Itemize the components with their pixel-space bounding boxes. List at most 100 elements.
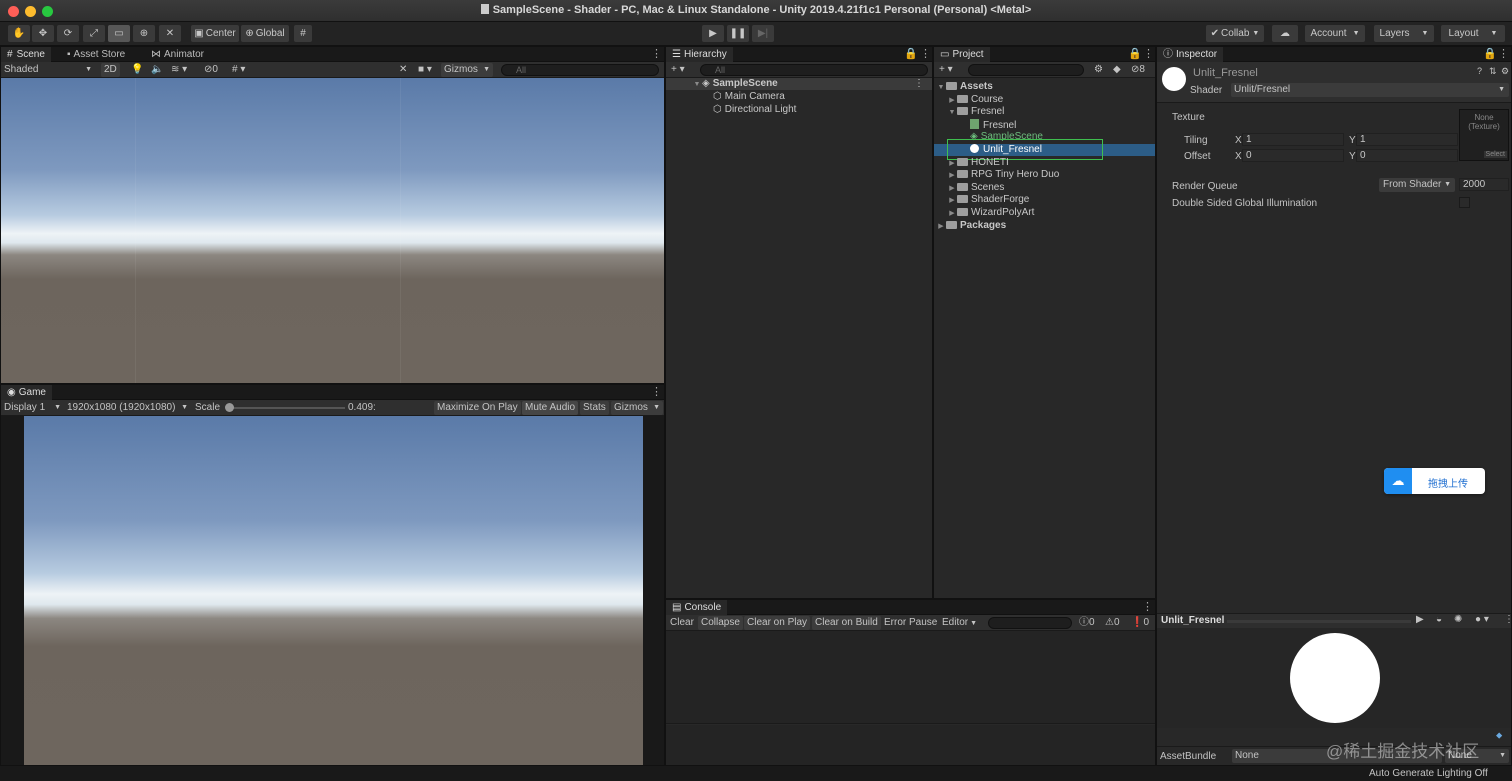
preset-icon[interactable]: ⇅ xyxy=(1489,66,1497,77)
gizmos-dropdown[interactable]: Gizmos ▼ xyxy=(441,63,493,77)
layers-dropdown[interactable]: Layers ▼ xyxy=(1374,25,1434,42)
preview-light-icon[interactable]: ✺ xyxy=(1454,614,1462,625)
hand-tool-icon[interactable]: ✋ xyxy=(8,25,30,42)
collapse-arrow-icon[interactable]: ▶ xyxy=(947,170,957,182)
expand-arrow-icon[interactable]: ▼ xyxy=(692,79,702,91)
shader-dropdown[interactable]: Unlit/Fresnel ▼ xyxy=(1231,83,1509,97)
rotate-tool-icon[interactable]: ⟳ xyxy=(57,25,79,42)
panel-menu-icon[interactable]: ⋮ xyxy=(920,47,931,60)
settings-gear-icon[interactable]: ⚙ xyxy=(1501,66,1509,77)
offset-x-field[interactable]: 0 xyxy=(1242,149,1344,162)
label-icon[interactable]: ⬥ xyxy=(1496,730,1502,741)
preview-shape-icon[interactable]: ◒ xyxy=(1436,614,1442,625)
hierarchy-item-main-camera[interactable]: ⬡ Main Camera xyxy=(666,91,785,103)
error-count-toggle[interactable]: ❗0 xyxy=(1128,616,1152,630)
layout-dropdown[interactable]: Layout ▼ xyxy=(1441,25,1505,42)
stats-toggle[interactable]: Stats xyxy=(580,401,609,415)
editor-dropdown[interactable]: Editor ▼ xyxy=(939,616,980,630)
game-viewport[interactable] xyxy=(24,416,643,765)
console-collapse-toggle[interactable]: Collapse xyxy=(698,616,743,630)
effects-toggle-icon[interactable]: ≋ ▾ xyxy=(168,63,190,77)
lock-icon[interactable]: 🔒 xyxy=(904,47,918,60)
console-detail-area[interactable] xyxy=(666,725,1155,765)
clear-on-play-toggle[interactable]: Clear on Play xyxy=(744,616,811,630)
rect-tool-icon[interactable]: ▭ xyxy=(108,25,130,42)
hidden-packages-toggle[interactable]: ⊘8 xyxy=(1128,63,1148,77)
scene-row[interactable]: ▼ ◈ SampleScene ⋮ xyxy=(666,78,932,90)
hierarchy-item-directional-light[interactable]: ⬡ Directional Light xyxy=(666,104,796,116)
offset-y-field[interactable]: 0 xyxy=(1356,149,1458,162)
mute-audio-toggle[interactable]: Mute Audio xyxy=(522,401,579,415)
pivot-center-button[interactable]: ▣ Center xyxy=(191,25,239,42)
camera-settings-icon[interactable]: ■ ▾ xyxy=(415,63,435,77)
tab-project[interactable]: ▭ Project xyxy=(934,47,990,62)
account-dropdown[interactable]: Account ▼ xyxy=(1305,25,1365,42)
expand-arrow-icon[interactable]: ▼ xyxy=(947,107,957,119)
maximize-on-play-toggle[interactable]: Maximize On Play xyxy=(434,401,521,415)
tab-console[interactable]: ▤ Console xyxy=(666,600,728,615)
play-button[interactable]: ▶ xyxy=(702,25,724,42)
tab-animator[interactable]: ⋈ Animator xyxy=(145,47,210,62)
tree-item-shaderforge[interactable]: ▶ ShaderForge xyxy=(934,194,1029,206)
error-pause-toggle[interactable]: Error Pause xyxy=(881,616,940,630)
panel-menu-icon[interactable]: ⋮ xyxy=(1142,600,1153,613)
tree-item-rpg-tiny-hero-duo[interactable]: ▶ RPG Tiny Hero Duo xyxy=(934,169,1059,181)
tree-item-honeti[interactable]: ▶ HONETI xyxy=(934,157,1008,169)
scale-slider-handle[interactable] xyxy=(225,403,234,412)
hidden-objects-toggle[interactable]: ⊘0 xyxy=(201,63,221,77)
scale-slider-track[interactable] xyxy=(227,407,345,409)
double-sided-gi-checkbox[interactable] xyxy=(1459,197,1470,208)
custom-tool-icon[interactable]: ✕ xyxy=(159,25,181,42)
preview-menu-icon[interactable]: ⋮ xyxy=(1504,614,1512,625)
project-search-input[interactable] xyxy=(968,64,1084,76)
tab-hierarchy[interactable]: ☰ Hierarchy xyxy=(666,47,733,62)
tree-item-assets[interactable]: ▼ Assets xyxy=(934,81,993,93)
lock-icon[interactable]: 🔒 xyxy=(1128,47,1142,60)
tab-scene[interactable]: # Scene xyxy=(1,47,51,62)
panel-menu-icon[interactable]: ⋮ xyxy=(651,47,662,60)
pause-button[interactable]: ❚❚ xyxy=(727,25,749,42)
tree-item-wizardpolyart[interactable]: ▶ WizardPolyArt xyxy=(934,207,1034,219)
scale-tool-icon[interactable]: ⤢ xyxy=(83,25,105,42)
tiling-x-field[interactable]: 1 xyxy=(1242,133,1344,146)
tree-item-scenes[interactable]: ▶ Scenes xyxy=(934,182,1004,194)
space-global-button[interactable]: ⊕ Global xyxy=(241,25,289,42)
preview-background-icon[interactable]: ● ▾ xyxy=(1475,614,1489,625)
shading-mode-dropdown[interactable]: Shaded ▼ xyxy=(1,63,95,77)
step-button[interactable]: ▶| xyxy=(752,25,774,42)
audio-toggle-icon[interactable]: 🔈 xyxy=(148,63,166,77)
cloud-button[interactable]: ☁ xyxy=(1272,25,1298,42)
tab-game[interactable]: ◉ Game xyxy=(1,385,52,400)
tiling-y-field[interactable]: 1 xyxy=(1356,133,1458,146)
filter-type-icon[interactable]: ⚙ xyxy=(1091,63,1106,77)
collab-dropdown[interactable]: ✔ Collab ▼ xyxy=(1206,25,1264,42)
render-queue-dropdown[interactable]: From Shader ▼ xyxy=(1379,178,1455,192)
texture-slot[interactable]: None (Texture) Select xyxy=(1459,109,1509,161)
tree-item-fresnel-shader[interactable]: Fresnel xyxy=(934,119,1016,131)
collapse-arrow-icon[interactable]: ▶ xyxy=(947,195,957,207)
scene-viewport[interactable] xyxy=(1,78,664,383)
mode-2d-toggle[interactable]: 2D xyxy=(101,63,120,77)
warning-count-toggle[interactable]: ⚠0 xyxy=(1102,616,1123,630)
texture-select-button[interactable]: Select xyxy=(1483,151,1507,158)
preview-drag-bar[interactable] xyxy=(1227,620,1411,623)
resolution-dropdown[interactable]: 1920x1080 (1920x1080) ▼ xyxy=(64,401,190,415)
transform-tool-icon[interactable]: ⊕ xyxy=(133,25,155,42)
filter-label-icon[interactable]: ◆ xyxy=(1110,63,1124,77)
create-asset-button[interactable]: + ▾ xyxy=(936,63,956,77)
console-search-input[interactable] xyxy=(988,617,1072,629)
scene-search-input[interactable]: All xyxy=(501,64,659,76)
console-log-area[interactable] xyxy=(666,631,1155,724)
move-tool-icon[interactable]: ✥ xyxy=(32,25,54,42)
collapse-arrow-icon[interactable]: ▶ xyxy=(936,221,946,233)
console-clear-button[interactable]: Clear xyxy=(667,616,697,630)
tools-icon[interactable]: ✕ xyxy=(396,63,410,77)
clear-on-build-toggle[interactable]: Clear on Build xyxy=(812,616,881,630)
gizmos-dropdown[interactable]: Gizmos ▼ xyxy=(611,401,663,415)
collapse-arrow-icon[interactable]: ▶ xyxy=(947,208,957,220)
lighting-toggle-icon[interactable]: 💡 xyxy=(128,63,146,77)
log-count-toggle[interactable]: ⓘ0 xyxy=(1076,616,1098,630)
help-icon[interactable]: ? xyxy=(1477,66,1482,76)
tab-inspector[interactable]: ⓘ Inspector xyxy=(1157,47,1224,62)
hierarchy-search-input[interactable]: All xyxy=(700,64,928,76)
